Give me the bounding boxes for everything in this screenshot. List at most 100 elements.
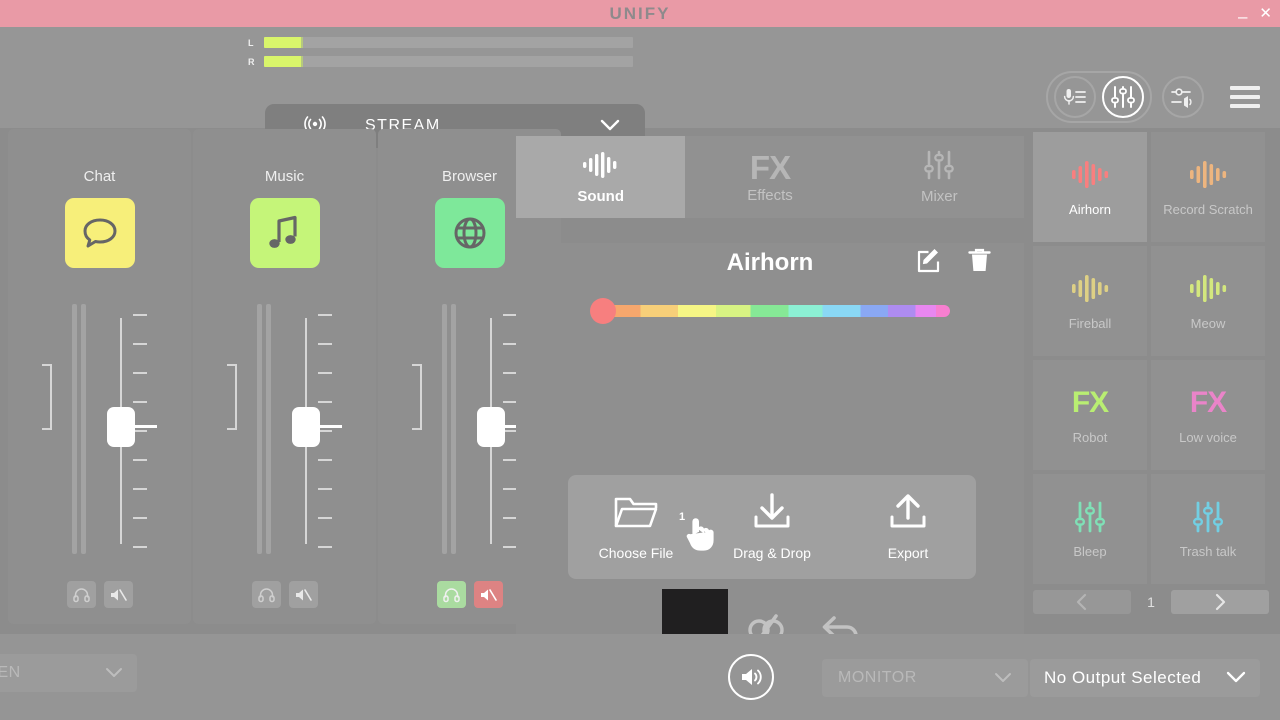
fx-icon: FX <box>749 148 791 186</box>
music-note-icon[interactable] <box>249 198 320 268</box>
vu-meter-left <box>442 304 447 554</box>
pad-meow-label: Meow <box>1190 315 1226 331</box>
fader-ticks <box>133 314 147 548</box>
hamburger-menu-icon[interactable] <box>1230 86 1260 108</box>
waveform-icon <box>1072 274 1109 302</box>
meter-track-l <box>264 37 633 48</box>
drag-drop-button[interactable]: Drag & Drop <box>704 493 840 561</box>
speaker-button[interactable] <box>728 654 774 700</box>
monitor-toggle-music[interactable] <box>251 581 281 608</box>
mic-list-button[interactable] <box>1054 76 1096 118</box>
fader-chat <box>8 296 191 566</box>
tab-mixer[interactable]: Mixer <box>854 136 1024 218</box>
waveform-icon <box>1190 274 1227 302</box>
meter-row-l: L <box>248 35 633 50</box>
mute-toggle-browser[interactable] <box>473 581 503 608</box>
file-actions-box: Choose File Drag & Drop Export <box>568 475 976 579</box>
meter-label-l: L <box>248 37 254 48</box>
pad-airhorn[interactable]: Airhorn <box>1033 132 1147 242</box>
pad-airhorn-label: Airhorn <box>1069 201 1111 217</box>
pad-meow[interactable]: Meow <box>1151 246 1265 356</box>
volume-knob[interactable] <box>590 298 616 324</box>
monitor-toggle-browser[interactable] <box>436 581 466 608</box>
output-level-meters: L R <box>248 35 633 73</box>
vu-meter-right <box>266 304 271 554</box>
drag-drop-label: Drag & Drop <box>733 545 811 561</box>
mixer-button[interactable] <box>1102 76 1144 118</box>
fader-range-bracket <box>42 364 52 430</box>
listen-dropdown-value: STEN <box>0 664 21 681</box>
fader-knob[interactable] <box>292 407 320 447</box>
sound-panel-body: Airhorn Choose File Drag & Drop Export <box>516 243 1024 686</box>
pad-fireball-label: Fireball <box>1068 315 1112 331</box>
tab-sound[interactable]: Sound <box>516 136 686 218</box>
tab-sound-label: Sound <box>577 187 624 205</box>
upload-arrow-icon <box>886 493 930 536</box>
tab-effects[interactable]: FX Effects <box>685 136 855 218</box>
fader-knob-line <box>320 425 342 428</box>
chat-bubble-icon[interactable] <box>64 198 135 268</box>
export-label: Export <box>887 545 929 561</box>
minimize-button[interactable]: – <box>1238 8 1247 25</box>
fader-range-bracket <box>227 364 237 430</box>
monitor-dropdown[interactable]: MONITOR <box>822 659 1028 697</box>
fx-icon: FX <box>1071 385 1109 419</box>
meter-fill-l <box>264 37 301 48</box>
meter-track-r <box>264 56 633 67</box>
output-dropdown-value: No Output Selected <box>1044 668 1202 687</box>
chevron-down-icon <box>994 671 1012 686</box>
fader-knob[interactable] <box>477 407 505 447</box>
listen-dropdown[interactable]: STEN <box>0 654 137 692</box>
pad-trash-talk[interactable]: Trash talk <box>1151 474 1265 584</box>
monitor-dropdown-value: MONITOR <box>838 669 917 686</box>
mixer-sliders-icon <box>1193 501 1224 532</box>
header-icon-pill <box>1046 71 1152 123</box>
volume-gradient-track <box>606 305 950 317</box>
next-page-button[interactable] <box>1171 590 1269 614</box>
pad-low-voice[interactable]: FX Low voice <box>1151 360 1265 470</box>
channel-name-chat: Chat <box>83 168 116 185</box>
waveform-icon <box>1072 160 1109 188</box>
monitor-toggle-chat[interactable] <box>66 581 96 608</box>
choose-file-button[interactable]: Choose File <box>568 493 704 561</box>
mixer-sliders-icon <box>1075 501 1106 532</box>
fader-knob[interactable] <box>107 407 135 447</box>
center-panel: Sound FX Effects Mixer Airhorn Choose Fi… <box>516 136 1024 686</box>
trash-icon[interactable] <box>967 247 992 279</box>
waveform-icon <box>581 150 621 185</box>
meter-label-r: R <box>248 56 255 67</box>
chevron-down-icon[interactable] <box>575 119 645 134</box>
panel-tabs: Sound FX Effects Mixer <box>516 136 1024 218</box>
speaker-icon <box>742 669 762 685</box>
download-arrow-icon <box>750 493 794 536</box>
output-volume-button[interactable] <box>1162 76 1204 118</box>
unify-app-window: UNIFY – ✕ L R STREAM Chat Music Browser … <box>0 0 1280 720</box>
meter-peak-tick-l <box>300 37 303 48</box>
pad-low-voice-label: Low voice <box>1179 429 1237 445</box>
choose-file-label: Choose File <box>598 545 674 561</box>
prev-page-button[interactable] <box>1033 590 1131 614</box>
tab-mixer-label: Mixer <box>920 187 958 205</box>
globe-icon[interactable] <box>434 198 505 268</box>
title-bar: UNIFY – ✕ <box>0 0 1280 27</box>
output-dropdown[interactable]: No Output Selected <box>1030 659 1260 697</box>
sound-volume-slider[interactable] <box>590 298 950 324</box>
sound-header: Airhorn <box>516 243 1024 283</box>
close-button[interactable]: ✕ <box>1259 6 1272 21</box>
pad-fireball[interactable]: Fireball <box>1033 246 1147 356</box>
pad-robot-label: Robot <box>1072 429 1108 445</box>
mute-toggle-chat[interactable] <box>103 581 133 608</box>
pad-bleep[interactable]: Bleep <box>1033 474 1147 584</box>
sound-title: Airhorn <box>726 249 814 276</box>
pad-record-scratch[interactable]: Record Scratch <box>1151 132 1265 242</box>
vu-meter-left <box>72 304 77 554</box>
fx-icon: FX <box>1189 385 1227 419</box>
meter-fill-r <box>264 56 301 67</box>
export-button[interactable]: Export <box>840 493 976 561</box>
edit-pencil-icon[interactable] <box>916 247 943 279</box>
fader-knob-line <box>135 425 157 428</box>
mute-toggle-music[interactable] <box>288 581 318 608</box>
channel-strip-music: Music <box>193 129 376 624</box>
soundboard-pager: 1 <box>1033 590 1273 614</box>
pad-robot[interactable]: FX Robot <box>1033 360 1147 470</box>
